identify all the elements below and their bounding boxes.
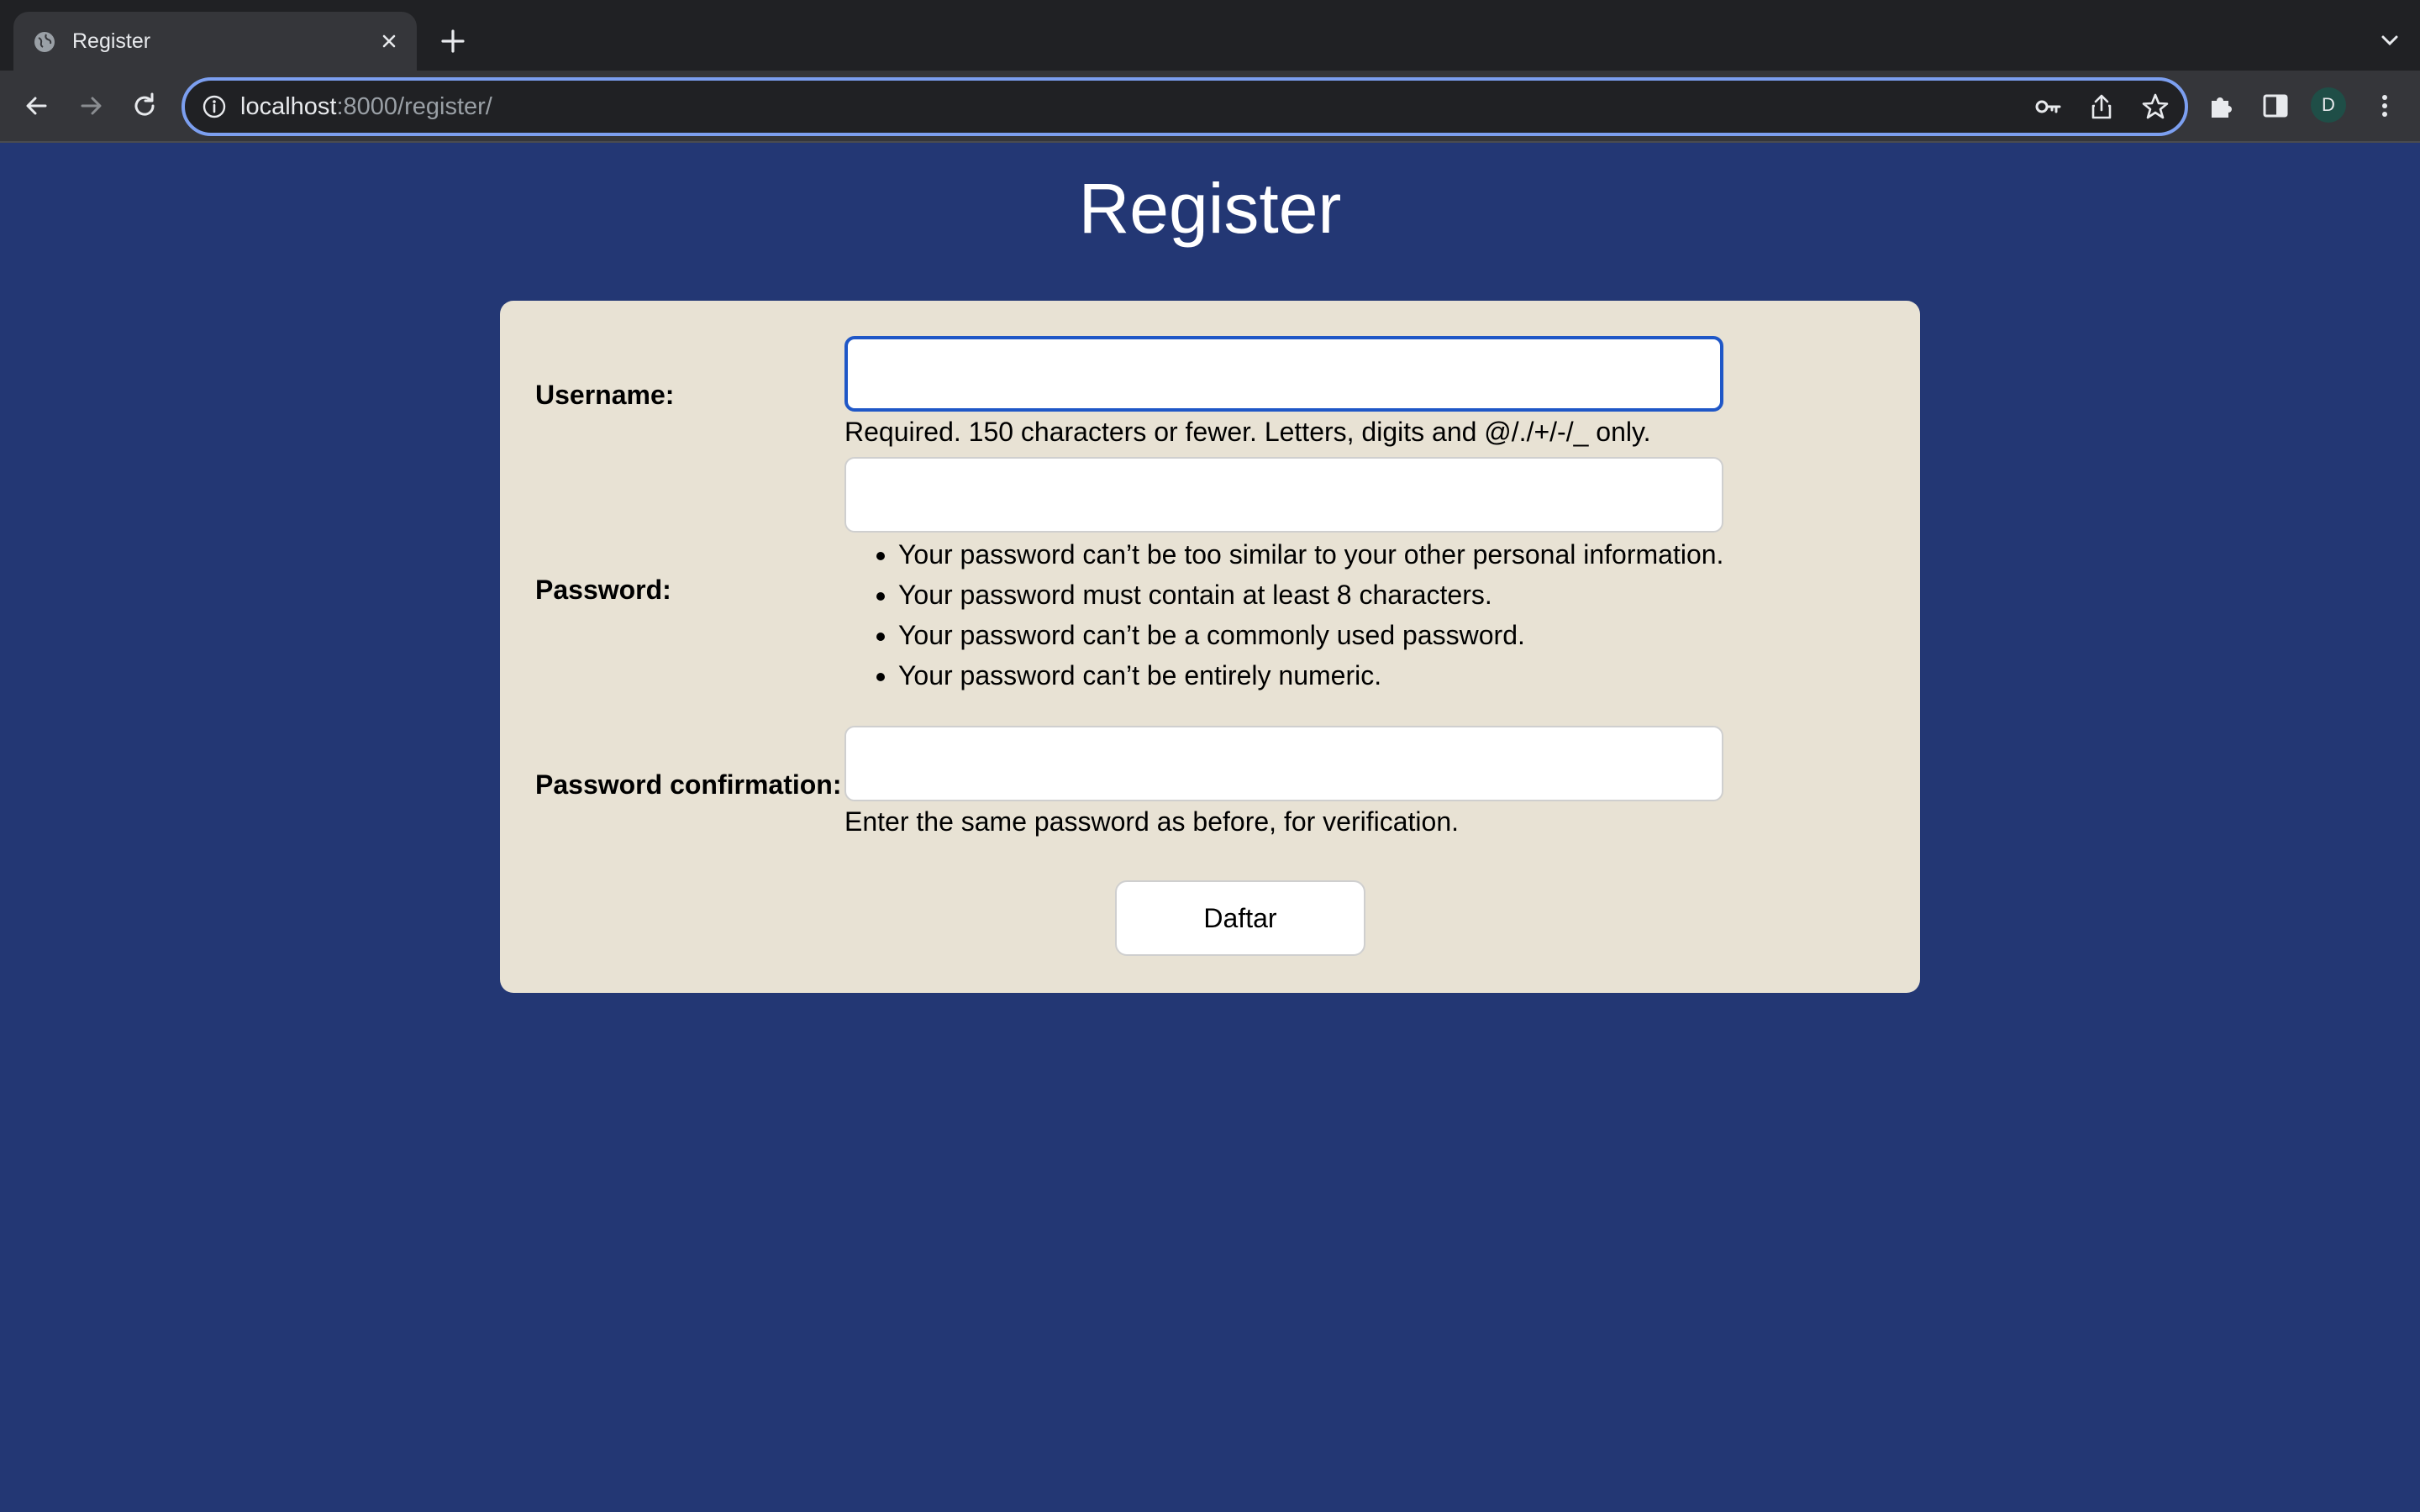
extensions-icon[interactable] — [2205, 89, 2238, 123]
tab-title: Register — [72, 29, 151, 53]
username-label: Username: — [535, 380, 675, 410]
back-icon[interactable] — [20, 89, 54, 123]
url-path: :8000/register/ — [336, 93, 492, 120]
url-text: localhost:8000/register/ — [240, 92, 492, 121]
tab-strip: Register — [0, 0, 2420, 71]
password-rule: Your password can’t be entirely numeric. — [898, 655, 1723, 696]
browser-tab[interactable]: Register — [13, 12, 417, 71]
browser-toolbar: localhost:8000/register/ D — [0, 71, 2420, 143]
password-confirmation-help-text: Enter the same password as before, for v… — [844, 806, 1460, 837]
reload-icon[interactable] — [128, 89, 161, 123]
password-input[interactable] — [844, 457, 1723, 533]
username-help-text: Required. 150 characters or fewer. Lette… — [844, 417, 1651, 447]
globe-icon — [34, 32, 55, 52]
password-confirmation-label: Password confirmation: — [535, 769, 842, 800]
password-rule: Your password must contain at least 8 ch… — [898, 575, 1723, 615]
password-rules-list: Your password can’t be too similar to yo… — [844, 534, 1723, 696]
page-title: Register — [1078, 169, 1342, 248]
chevron-down-icon[interactable] — [2378, 29, 2402, 52]
url-host: localhost — [240, 93, 337, 120]
side-panel-icon[interactable] — [2259, 89, 2292, 123]
password-rule: Your password can’t be a commonly used p… — [898, 615, 1723, 655]
profile-avatar[interactable]: D — [2311, 87, 2346, 123]
register-submit-button[interactable]: Daftar — [1115, 880, 1365, 956]
username-input[interactable] — [844, 336, 1723, 412]
new-tab-icon[interactable] — [439, 27, 467, 55]
close-tab-icon[interactable] — [376, 29, 402, 54]
register-form: Username: Required. 150 characters or fe… — [500, 301, 1920, 993]
password-rule: Your password can’t be too similar to yo… — [898, 534, 1723, 575]
more-menu-icon[interactable] — [2368, 89, 2402, 123]
password-confirmation-input[interactable] — [844, 726, 1723, 801]
address-bar[interactable]: localhost:8000/register/ — [182, 77, 2188, 136]
bookmark-star-icon[interactable] — [2141, 92, 2170, 121]
site-info-icon[interactable] — [202, 94, 227, 119]
password-label: Password: — [535, 575, 671, 605]
share-icon[interactable] — [2087, 92, 2116, 121]
key-icon[interactable] — [2033, 92, 2062, 121]
forward-icon[interactable] — [74, 89, 108, 123]
